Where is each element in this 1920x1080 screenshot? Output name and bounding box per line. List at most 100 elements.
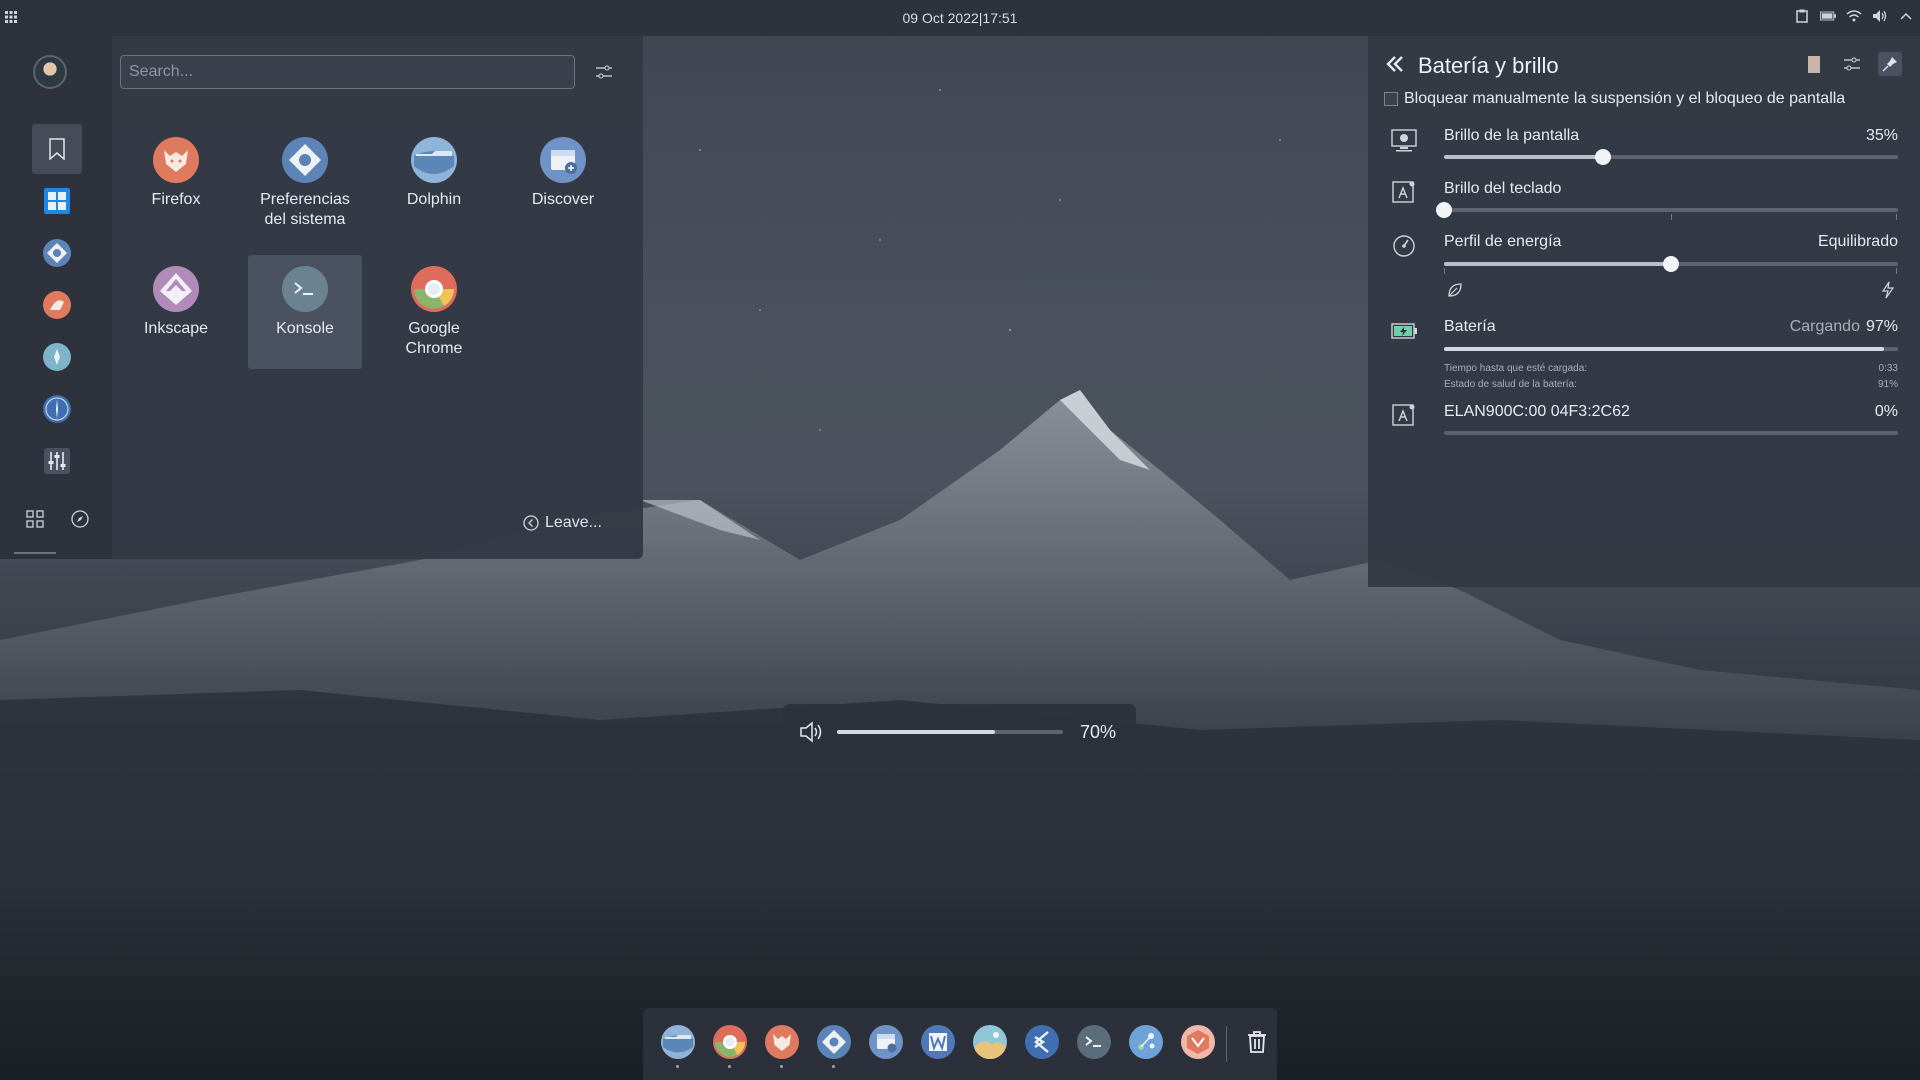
volume-fill	[837, 730, 996, 734]
menu-sidebar	[0, 36, 112, 559]
screen-brightness-slider[interactable]	[1444, 149, 1898, 165]
screen-brightness-label: Brillo de la pantalla	[1444, 127, 1580, 144]
clock[interactable]: 09 Oct 2022|17:51	[0, 10, 1920, 26]
dock-vscode-icon[interactable]	[1024, 1024, 1060, 1060]
battery-percent: 97%	[1865, 318, 1898, 335]
slider-tick	[1896, 268, 1897, 274]
dock-firefox-icon[interactable]	[764, 1024, 800, 1068]
battery-fill	[1444, 347, 1885, 351]
power-profile-value: Equilibrado	[1817, 233, 1898, 250]
app-label: Google Chrome	[405, 320, 463, 357]
input-device-icon	[1392, 404, 1415, 426]
clock-icon[interactable]	[32, 332, 82, 382]
chrome-icon	[411, 266, 457, 312]
folder-icon	[411, 137, 457, 183]
tab-indicator	[14, 552, 56, 554]
dock-chrome-icon[interactable]	[712, 1024, 748, 1068]
app-label: Konsole	[276, 320, 334, 337]
inhibit-sleep-checkbox[interactable]: Bloquear manualmente la suspensión y el …	[1384, 90, 1845, 108]
app-discover[interactable]: Discover	[506, 126, 620, 240]
battery-icon[interactable]	[1820, 8, 1836, 24]
settings-sliders-icon[interactable]	[1840, 52, 1864, 76]
volume-osd: 70%	[783, 704, 1136, 760]
battery-charging-status: Cargando	[1789, 318, 1860, 335]
mixer-icon[interactable]	[32, 436, 82, 486]
search-input[interactable]	[120, 55, 575, 89]
firefox-icon	[153, 137, 199, 183]
slider-handle[interactable]	[1594, 149, 1611, 165]
slider-fill	[1444, 155, 1603, 159]
dock-separator	[1226, 1026, 1227, 1062]
volume-icon[interactable]	[1872, 8, 1888, 24]
battery-health: Estado de salud de la batería: 91%	[1444, 379, 1898, 390]
slider-fill	[1444, 262, 1671, 266]
monitor-brightness-icon	[1391, 129, 1417, 152]
paint-icon[interactable]	[32, 280, 82, 330]
grid-view-icon[interactable]	[26, 510, 44, 533]
inkscape-icon	[153, 266, 199, 312]
battery-config-icon[interactable]	[1802, 52, 1826, 76]
chevron-up-icon[interactable]	[1898, 8, 1914, 24]
compass-icon[interactable]	[71, 510, 89, 533]
time-to-full-value: 0:33	[1878, 363, 1898, 374]
slider-handle[interactable]	[1663, 256, 1679, 272]
dock-system-settings-icon[interactable]	[816, 1024, 852, 1068]
dock-folder-icon[interactable]	[660, 1024, 696, 1068]
dock-writer-icon[interactable]	[920, 1024, 956, 1060]
dock-image-viewer-icon[interactable]	[972, 1024, 1008, 1060]
app-inkscape[interactable]: Inkscape	[119, 255, 233, 369]
battery-health-value: 91%	[1877, 379, 1898, 390]
dock-trash-icon[interactable]	[1239, 1024, 1275, 1060]
app-label: Firefox	[151, 191, 201, 208]
running-indicator	[728, 1065, 731, 1068]
slider-tick	[1671, 214, 1672, 220]
dock-software-icon[interactable]	[1180, 1024, 1216, 1060]
top-panel: 09 Oct 2022|17:51	[0, 0, 1920, 36]
screen-brightness-value: 35%	[1865, 127, 1898, 144]
app-system-settings[interactable]: Preferencias del sistema	[248, 126, 362, 240]
app-label: Preferencias del sistema	[260, 191, 350, 228]
power-profile-label: Perfil de energía	[1444, 233, 1562, 250]
app-konsole[interactable]: Konsole	[248, 255, 362, 369]
app-google-chrome[interactable]: Google Chrome	[377, 255, 491, 369]
clipboard-icon[interactable]	[1794, 8, 1810, 24]
device-label: ELAN900C:00 04F3:2C62	[1444, 403, 1630, 420]
compass-icon[interactable]	[32, 384, 82, 434]
app-dolphin[interactable]: Dolphin	[377, 126, 491, 240]
speaker-icon	[800, 721, 822, 743]
system-settings-icon[interactable]	[32, 228, 82, 278]
leave-button[interactable]: Leave...	[523, 514, 602, 532]
pin-icon[interactable]	[1878, 52, 1902, 76]
app-firefox[interactable]: Firefox	[119, 126, 233, 240]
slider-handle[interactable]	[1436, 202, 1452, 218]
time-to-full-label: Tiempo hasta que esté cargada:	[1444, 363, 1588, 374]
bookmark-icon[interactable]	[32, 124, 82, 174]
wifi-icon[interactable]	[1846, 8, 1862, 24]
volume-value: 70%	[1079, 722, 1116, 742]
power-profile-icon	[1393, 235, 1415, 257]
dock-kdeconnect-icon[interactable]	[1128, 1024, 1164, 1060]
keyboard-brightness-label: Brillo del teclado	[1444, 180, 1562, 197]
apps-grid-icon[interactable]	[32, 176, 82, 226]
inhibit-label: Bloquear manualmente la suspensión y el …	[1404, 90, 1846, 107]
keyboard-brightness-slider[interactable]	[1436, 202, 1898, 220]
battery-icon	[1391, 323, 1417, 339]
checkbox[interactable]	[1384, 92, 1398, 106]
keyboard-brightness-icon	[1392, 181, 1415, 203]
double-chevron-left-icon[interactable]	[1384, 54, 1406, 74]
avatar[interactable]	[33, 55, 67, 89]
app-label: Inkscape	[143, 320, 209, 337]
slider-tick	[1896, 214, 1897, 220]
filter-icon[interactable]	[594, 62, 614, 82]
store-icon	[540, 137, 586, 183]
dock-store-icon[interactable]	[868, 1024, 904, 1060]
running-indicator	[832, 1065, 835, 1068]
application-menu: Firefox Preferencias del sistema Dolphin…	[0, 36, 643, 559]
battery-label: Batería	[1444, 318, 1496, 335]
panel-title: Batería y brillo	[1418, 53, 1559, 78]
dock-terminal-icon[interactable]	[1076, 1024, 1112, 1060]
power-profile-slider[interactable]	[1444, 256, 1898, 274]
battery-charge-bar	[1444, 347, 1898, 351]
leave-label: Leave...	[545, 514, 602, 531]
running-indicator	[780, 1065, 783, 1068]
